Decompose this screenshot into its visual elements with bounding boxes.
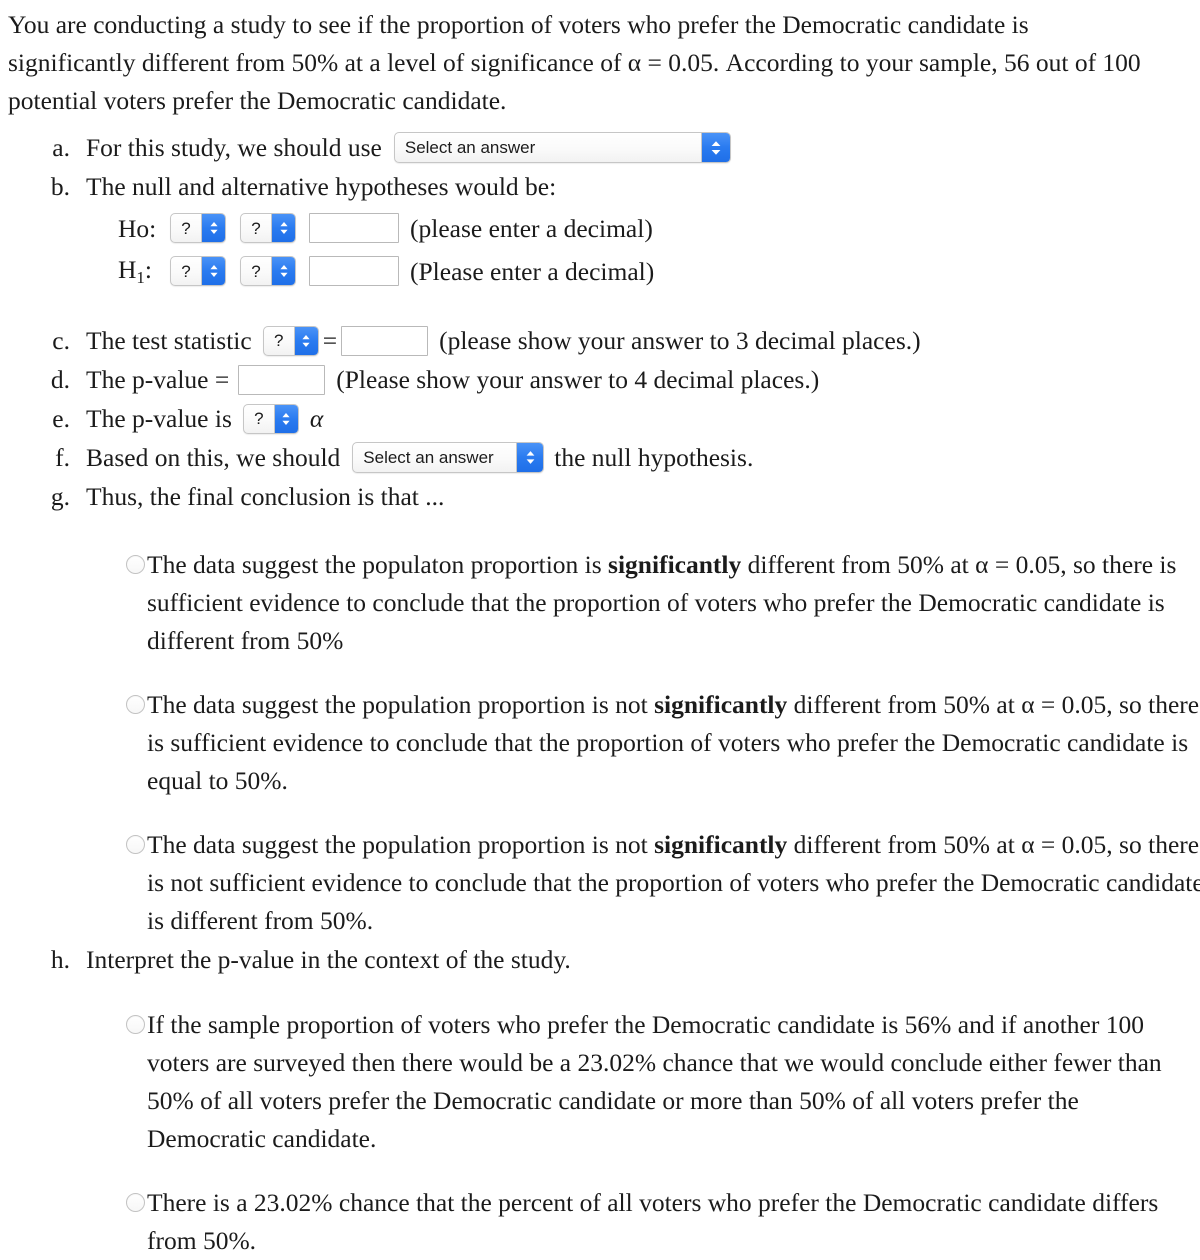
alt-operator-select[interactable]: ? [240, 256, 296, 286]
conclusion-option-1-text: The data suggest the populaton proportio… [147, 550, 1177, 655]
chevron-updown-icon [271, 257, 295, 285]
p-value-comparison-select[interactable]: ? [242, 403, 299, 434]
test-statistic-hint: (please show your answer to 3 decimal pl… [439, 326, 921, 355]
study-type-select-value: Select an answer [404, 138, 536, 157]
step-a: a. For this study, we should use Select … [8, 128, 1192, 167]
null-hypothesis-label: Ho: [118, 213, 157, 243]
step-f-label-after: the null hypothesis. [554, 443, 754, 472]
test-statistic-equals: = [322, 326, 338, 355]
null-operator-select[interactable]: ? [240, 213, 296, 243]
interpretation-option-1[interactable]: If the sample proportion of voters who p… [126, 1006, 1200, 1158]
alt-value-input[interactable] [309, 256, 399, 286]
chevron-updown-icon [201, 257, 225, 285]
null-value-input[interactable] [309, 213, 399, 243]
hypotheses-block: Ho: ? ? (please enter a decimal) H1: ? ?… [86, 208, 1192, 291]
step-c: c. The test statistic ? = (please show y… [8, 321, 1192, 360]
conclusion-option-1[interactable]: The data suggest the populaton proportio… [126, 546, 1200, 660]
p-value-input[interactable] [238, 364, 326, 395]
decision-select[interactable]: Select an answer [352, 442, 545, 473]
test-statistic-input[interactable] [341, 325, 429, 356]
decision-select-value: Select an answer [363, 448, 494, 467]
step-c-marker: c. [52, 326, 70, 355]
test-statistic-select-value: ? [273, 331, 284, 350]
step-h-label: Interpret the p-value in the context of … [86, 945, 571, 974]
step-e-marker: e. [52, 404, 70, 433]
p-value-hint: (Please show your answer to 4 decimal pl… [336, 365, 820, 394]
alt-parameter-select[interactable]: ? [170, 256, 226, 286]
question-prompt: You are conducting a study to see if the… [8, 10, 1141, 115]
alpha-symbol: α [309, 404, 324, 433]
steps-list-h: h. Interpret the p-value in the context … [8, 940, 1192, 979]
chevron-updown-icon [271, 214, 295, 242]
step-b: b. The null and alternative hypotheses w… [8, 167, 1192, 291]
step-c-label: The test statistic [86, 326, 252, 355]
step-e-label: The p-value is [86, 404, 232, 433]
radio-icon[interactable] [126, 695, 145, 714]
steps-list: a. For this study, we should use Select … [8, 128, 1192, 516]
alternative-hypothesis-label: H1: [118, 255, 153, 287]
chevron-updown-icon [700, 133, 730, 162]
step-g-marker: g. [50, 482, 70, 511]
conclusion-options: The data suggest the populaton proportio… [126, 546, 1200, 940]
null-hypothesis-row: Ho: ? ? (please enter a decimal) [86, 208, 1192, 248]
interpretation-option-2-text: There is a 23.02% chance that the percen… [147, 1188, 1159, 1255]
step-f-label: Based on this, we should [86, 443, 341, 472]
radio-icon[interactable] [126, 835, 145, 854]
step-g-label: Thus, the final conclusion is that ... [86, 482, 445, 511]
null-value-hint: (please enter a decimal) [410, 213, 653, 243]
null-parameter-select-value: ? [181, 218, 191, 238]
question-page: You are conducting a study to see if the… [0, 0, 1200, 1260]
step-a-marker: a. [52, 133, 70, 162]
step-f-marker: f. [55, 443, 70, 472]
null-operator-select-value: ? [251, 218, 261, 238]
chevron-updown-icon [516, 443, 544, 472]
alt-value-hint: (Please enter a decimal) [410, 256, 655, 286]
chevron-updown-icon [201, 214, 225, 242]
chevron-updown-icon [293, 326, 318, 355]
step-f: f. Based on this, we should Select an an… [8, 438, 1192, 477]
conclusion-option-3[interactable]: The data suggest the population proporti… [126, 826, 1200, 940]
alternative-hypothesis-row: H1: ? ? (Please enter a decimal) [86, 251, 1192, 291]
step-h: h. Interpret the p-value in the context … [8, 940, 1192, 979]
step-b-marker: b. [50, 172, 70, 201]
interpretation-option-2[interactable]: There is a 23.02% chance that the percen… [126, 1184, 1200, 1260]
step-d-marker: d. [50, 365, 70, 394]
step-a-label: For this study, we should use [86, 133, 382, 162]
conclusion-option-2[interactable]: The data suggest the population proporti… [126, 686, 1200, 800]
step-d-label: The p-value = [86, 365, 230, 394]
conclusion-option-3-text: The data suggest the population proporti… [147, 830, 1200, 935]
alt-parameter-select-value: ? [181, 261, 191, 281]
step-h-marker: h. [50, 945, 70, 974]
interpretation-option-1-text: If the sample proportion of voters who p… [147, 1010, 1162, 1153]
step-b-label: The null and alternative hypotheses woul… [86, 172, 557, 201]
alt-operator-select-value: ? [251, 261, 261, 281]
radio-icon[interactable] [126, 1015, 145, 1034]
radio-icon[interactable] [126, 1193, 145, 1212]
p-value-comparison-select-value: ? [254, 409, 264, 428]
step-e: e. The p-value is ? α [8, 399, 1192, 438]
step-d: d. The p-value = (Please show your answe… [8, 360, 1192, 399]
interpretation-options: If the sample proportion of voters who p… [126, 1006, 1200, 1260]
null-parameter-select[interactable]: ? [170, 213, 226, 243]
step-g: g. Thus, the final conclusion is that ..… [8, 477, 1192, 516]
study-type-select[interactable]: Select an answer [393, 132, 731, 163]
conclusion-option-2-text: The data suggest the population proporti… [147, 690, 1200, 795]
chevron-updown-icon [273, 404, 298, 433]
radio-icon[interactable] [126, 555, 145, 574]
test-statistic-select[interactable]: ? [262, 325, 319, 356]
